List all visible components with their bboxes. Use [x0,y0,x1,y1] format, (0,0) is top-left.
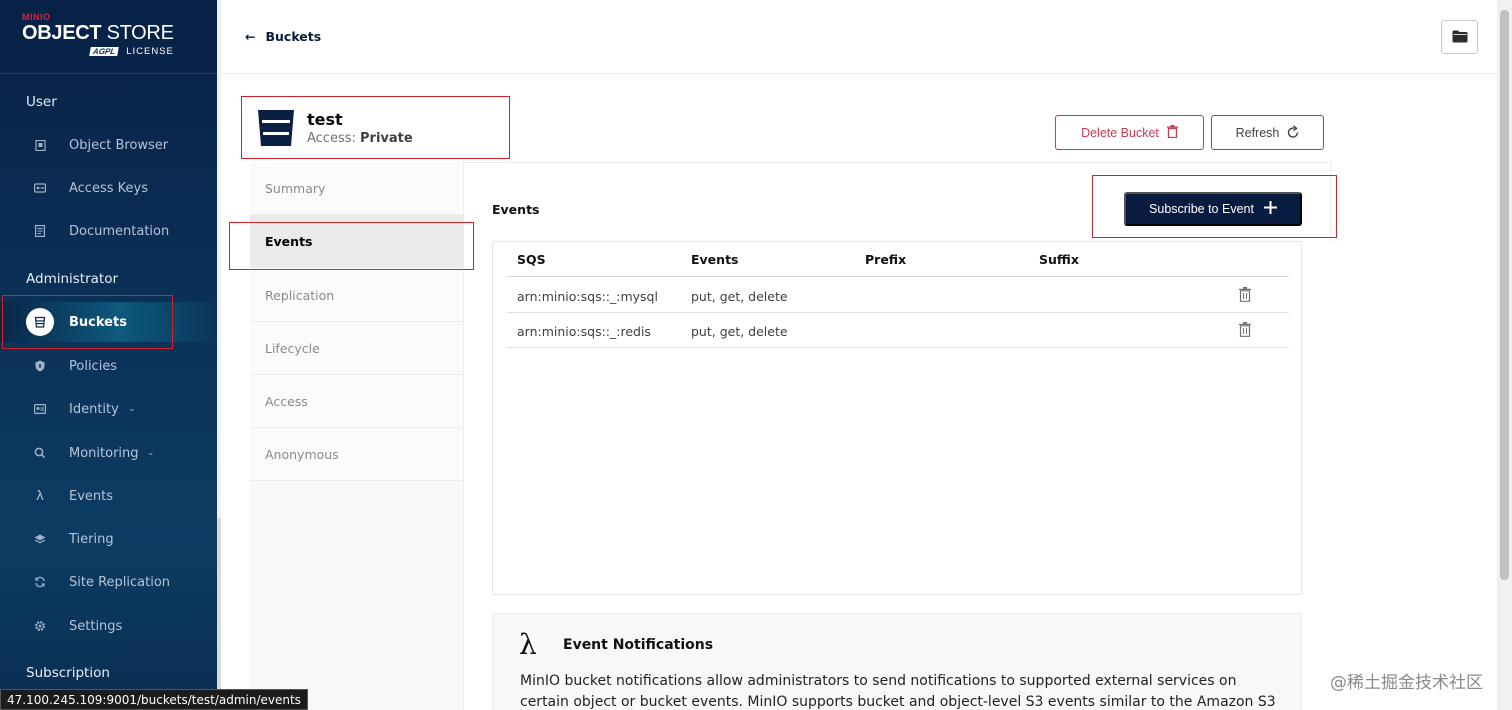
brand-minio: MINIO [22,12,51,22]
events-section-title: Events [492,202,540,217]
sidebar-item-label: Events [69,488,114,504]
sidebar-item-settings[interactable]: Settings [0,606,217,646]
tab-lifecycle[interactable]: Lifecycle [250,322,463,375]
chevron-down-icon: ⌄ [147,448,155,458]
sidebar-item-label: Access Keys [69,180,148,196]
layers-icon [33,532,47,546]
sidebar-scroll-thumb[interactable] [217,0,221,518]
refresh-icon [1287,124,1299,141]
delete-event-trash-icon[interactable] [1239,287,1253,303]
refresh-button[interactable]: Refresh [1211,115,1324,150]
sidebar-item-label: Documentation [69,223,170,239]
object-browser-button[interactable] [1441,20,1478,54]
annotation-box-bucket-header [241,96,510,159]
trash-icon [1166,124,1178,141]
sidebar: MINIO OBJECT STORE AGPL LICENSE User Obj… [0,0,217,710]
sidebar-item-label: Identity [69,401,119,417]
brand-license: AGPL LICENSE [89,46,174,57]
tab-anonymous[interactable]: Anonymous [250,428,463,481]
column-header-sqs[interactable]: SQS [517,252,546,267]
sidebar-item-documentation[interactable]: Documentation [0,211,217,251]
content-border [464,162,1331,163]
annotation-box-subscribe [1092,175,1337,238]
identity-icon [33,402,47,416]
table-row[interactable]: arn:minio:sqs::_:mysql put, get, delete [507,278,1289,313]
tab-replication[interactable]: Replication [250,269,463,322]
column-header-events[interactable]: Events [691,252,738,267]
column-header-suffix[interactable]: Suffix [1039,252,1079,267]
section-administrator: Administrator [26,271,119,287]
folder-icon [1452,28,1468,47]
sidebar-item-label: Site Replication [69,574,171,590]
notifications-title: Event Notifications [563,637,714,653]
sidebar-item-object-browser[interactable]: Object Browser [0,125,217,165]
object-browser-icon [33,138,47,152]
gear-icon [33,619,47,633]
agpl-badge: AGPL [89,47,120,56]
table-header: SQS Events Prefix Suffix [507,242,1289,277]
events-table: SQS Events Prefix Suffix arn:minio:sqs::… [492,241,1302,595]
watermark: @稀土掘金技术社区 [1330,673,1483,693]
cell-events: put, get, delete [691,324,788,339]
sidebar-item-monitoring[interactable]: Monitoring ⌄ [0,433,217,473]
notifications-description: MinIO bucket notifications allow adminis… [520,673,1276,710]
divider [0,73,217,74]
status-bar-url: 47.100.245.109:9001/buckets/test/admin/e… [0,689,308,710]
sidebar-item-label: Object Browser [69,137,169,153]
app-window: MINIO OBJECT STORE AGPL LICENSE User Obj… [0,0,1512,710]
arrow-left-icon: ← [245,29,256,44]
column-header-prefix[interactable]: Prefix [865,252,906,267]
search-icon [33,446,47,460]
sidebar-item-label: Tiering [69,531,114,547]
page-scroll-thumb[interactable] [1500,10,1509,580]
sidebar-item-site-replication[interactable]: Site Replication [0,562,217,602]
lambda-icon: λ [36,488,44,504]
tabs-filler [250,482,463,710]
sidebar-item-label: Policies [69,358,118,374]
shield-icon [33,359,47,373]
cell-sqs: arn:minio:sqs::_:redis [517,324,651,339]
key-icon [33,181,47,195]
delete-bucket-button[interactable]: Delete Bucket [1055,115,1204,150]
chevron-down-icon: ⌄ [128,404,136,414]
sidebar-item-tiering[interactable]: Tiering [0,519,217,559]
sidebar-item-policies[interactable]: Policies [0,346,217,386]
annotation-box-buckets-nav [1,295,173,349]
sidebar-item-access-keys[interactable]: Access Keys [0,168,217,208]
lambda-icon: λ [519,628,537,661]
cell-sqs: arn:minio:sqs::_:mysql [517,289,658,304]
sidebar-item-label: Monitoring [69,445,139,461]
sidebar-item-identity[interactable]: Identity ⌄ [0,389,217,429]
back-label: Buckets [265,29,322,44]
sync-icon [33,575,47,589]
brand-logo[interactable]: MINIO OBJECT STORE AGPL LICENSE [22,12,192,64]
event-notifications-panel: λ Event Notifications MinIO bucket notif… [492,613,1302,710]
top-bar: ← Buckets [221,0,1497,74]
sidebar-scrollbar[interactable] [217,0,221,710]
delete-event-trash-icon[interactable] [1239,322,1253,338]
document-icon [33,224,47,238]
cell-events: put, get, delete [691,289,788,304]
sidebar-item-events[interactable]: λ Events [0,476,217,516]
back-to-buckets-link[interactable]: ← Buckets [245,29,321,44]
tab-summary[interactable]: Summary [250,162,463,215]
sidebar-item-label: Settings [69,618,123,634]
brand-title: OBJECT STORE [22,22,174,44]
annotation-box-events-tab [229,222,474,270]
tab-access[interactable]: Access [250,375,463,428]
page-scrollbar[interactable] [1497,0,1512,710]
section-subscription: Subscription [26,665,110,681]
table-row[interactable]: arn:minio:sqs::_:redis put, get, delete [507,313,1289,348]
section-user: User [26,94,57,110]
